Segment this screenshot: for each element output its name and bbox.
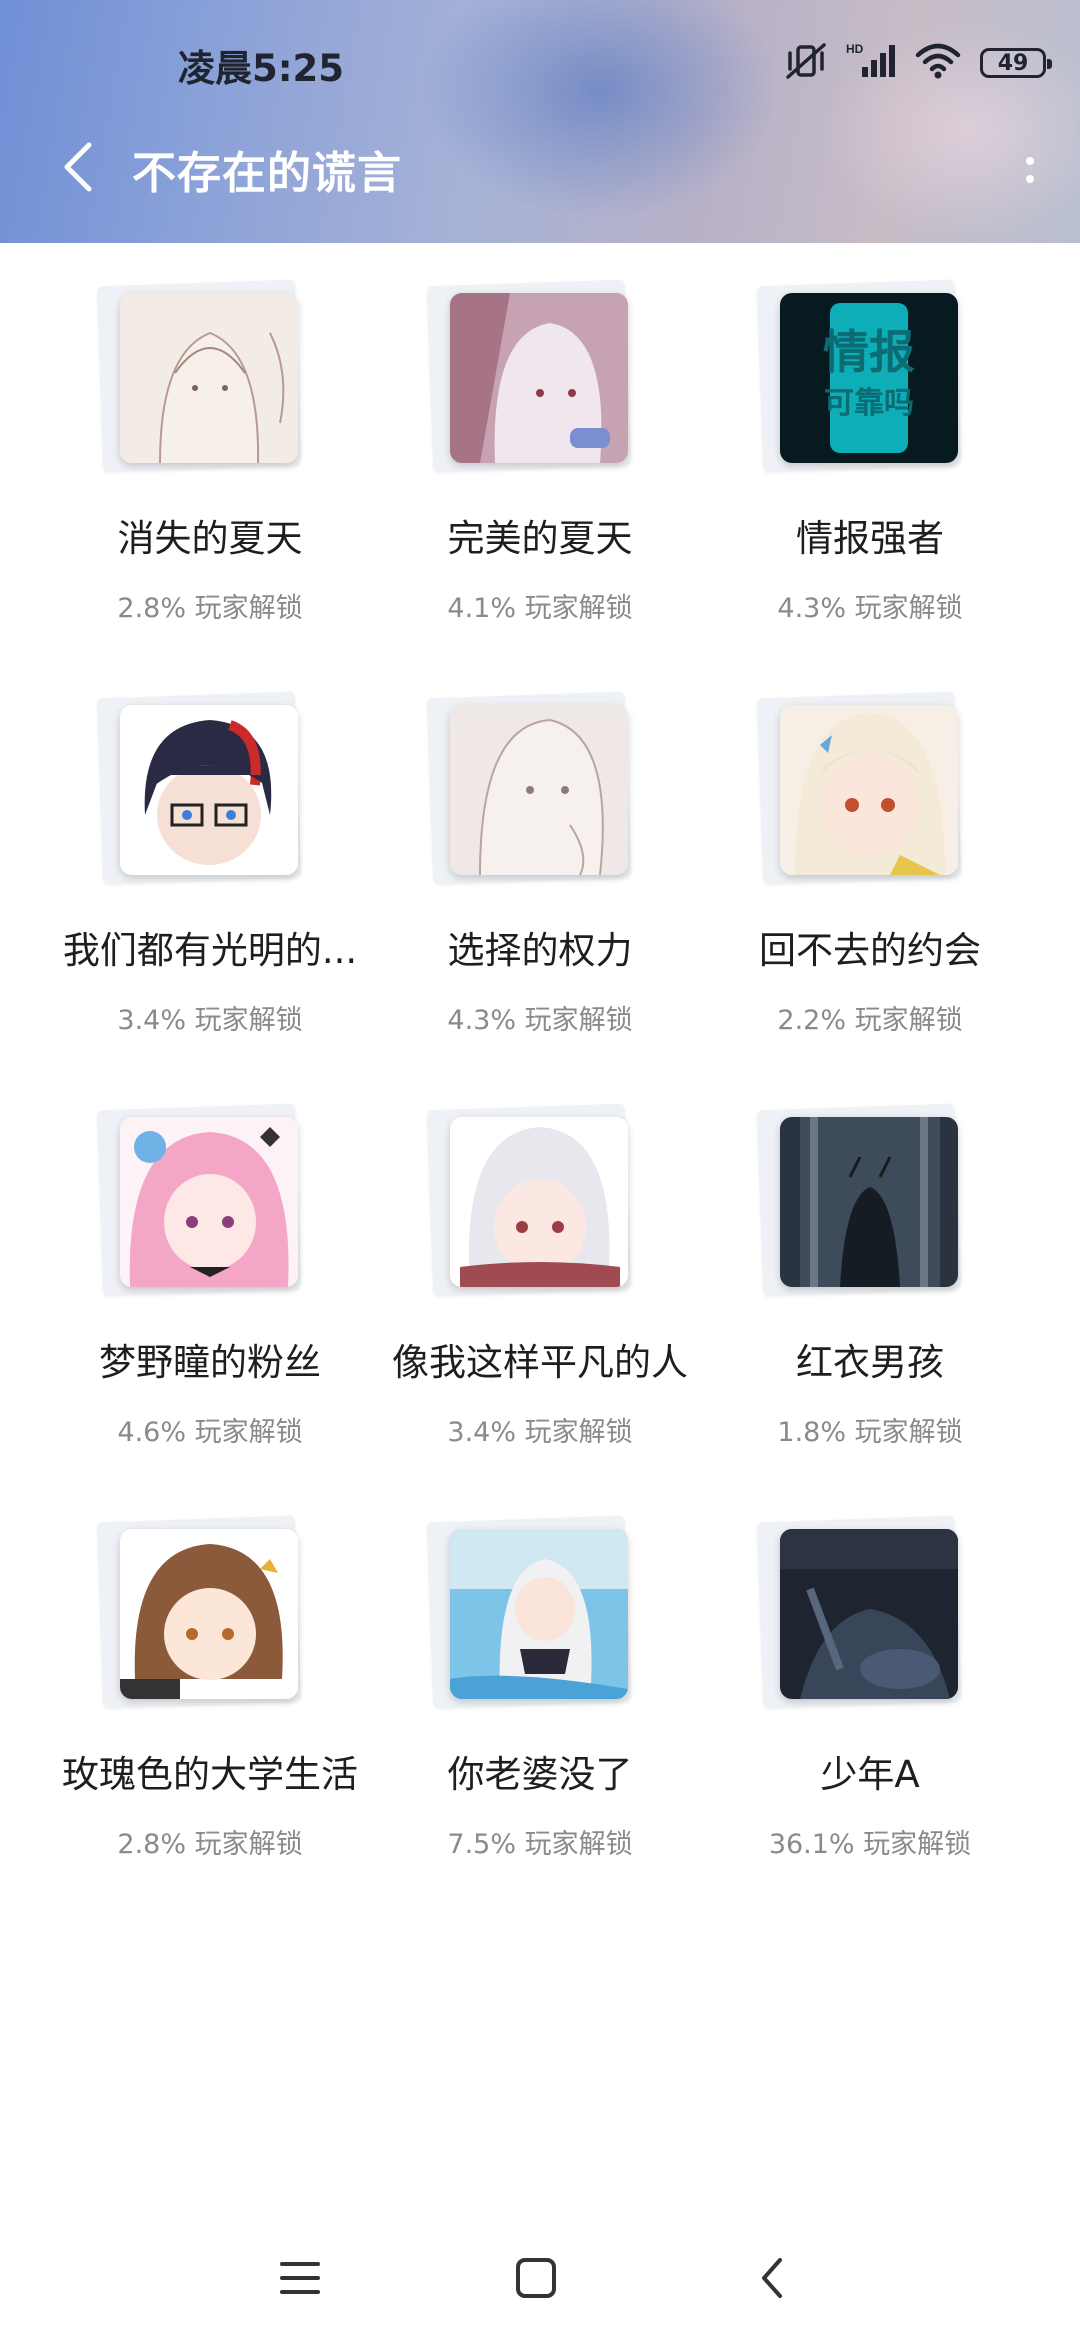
achievement-name: 消失的夏天 — [117, 517, 303, 560]
home-button[interactable] — [506, 2248, 566, 2308]
system-nav-bar — [0, 2230, 1080, 2320]
achievement-name: 我们都有光明的... — [62, 929, 358, 972]
achievement-image-pink-hair-girl — [120, 1117, 298, 1287]
achievement-unlock-rate: 2.8% 玩家解锁 — [117, 593, 303, 624]
achievement-name: 完美的夏天 — [447, 517, 633, 560]
achievement-unlock-rate: 4.6% 玩家解锁 — [117, 1417, 303, 1448]
achievement-image-brown-hair-girl — [120, 1529, 298, 1699]
svg-text:情报: 情报 — [823, 325, 915, 379]
achievement-name: 玫瑰色的大学生活 — [62, 1753, 358, 1796]
achievement-grid: 消失的夏天 2.8% 玩家解锁 完美的夏天 4.1% 玩家解锁 情报 可靠吗 情… — [0, 243, 1080, 1891]
achievement-card[interactable]: 情报 可靠吗 情报强者 4.3% 玩家解锁 — [705, 243, 1035, 655]
achievement-unlock-rate: 3.4% 玩家解锁 — [447, 1417, 633, 1448]
achievement-unlock-rate: 4.3% 玩家解锁 — [777, 593, 963, 624]
svg-text:HD: HD — [846, 42, 864, 56]
achievement-unlock-rate: 1.8% 玩家解锁 — [777, 1417, 963, 1448]
achievement-name: 情报强者 — [796, 517, 944, 560]
achievement-unlock-rate: 36.1% 玩家解锁 — [768, 1829, 972, 1860]
achievement-name: 红衣男孩 — [796, 1341, 944, 1384]
achievement-unlock-rate: 7.5% 玩家解锁 — [447, 1829, 633, 1860]
achievement-image-dark-figure — [780, 1529, 958, 1699]
achievement-image-sketch-girl-2 — [450, 705, 628, 875]
status-icons: HD 49 — [784, 38, 1052, 88]
achievement-image-blonde-girl — [780, 705, 958, 875]
wifi-icon — [914, 41, 962, 85]
system-back-button[interactable] — [742, 2248, 802, 2308]
achievement-image-white-hair-girl — [450, 293, 628, 463]
achievement-card[interactable]: 消失的夏天 2.8% 玩家解锁 — [45, 243, 375, 655]
achievement-name: 像我这样平凡的人 — [392, 1341, 688, 1384]
achievement-name: 回不去的约会 — [759, 929, 981, 972]
home-square-icon — [516, 2258, 556, 2298]
more-options-button[interactable] — [1010, 140, 1050, 200]
achievement-image-sketch-girl — [120, 293, 298, 463]
page-title: 不存在的谎言 — [132, 148, 402, 199]
hd-signal-icon: HD — [846, 41, 896, 85]
achievement-unlock-rate: 2.8% 玩家解锁 — [117, 1829, 303, 1860]
recents-button[interactable] — [270, 2248, 330, 2308]
achievement-card[interactable]: 少年A 36.1% 玩家解锁 — [705, 1479, 1035, 1891]
achievement-image-pool-girl — [450, 1529, 628, 1699]
back-chevron-icon — [762, 2258, 782, 2298]
app-header: 凌晨5:25 HD 49 不存在的谎言 — [0, 0, 1080, 243]
achievement-card[interactable]: 像我这样平凡的人 3.4% 玩家解锁 — [375, 1067, 705, 1479]
achievement-card[interactable]: 完美的夏天 4.1% 玩家解锁 — [375, 243, 705, 655]
achievement-card[interactable]: 回不去的约会 2.2% 玩家解锁 — [705, 655, 1035, 1067]
svg-text:可靠吗: 可靠吗 — [824, 386, 914, 421]
achievement-card[interactable]: 梦野瞳的粉丝 4.6% 玩家解锁 — [45, 1067, 375, 1479]
status-time: 凌晨5:25 — [178, 47, 345, 90]
achievement-image-glasses-boy — [120, 705, 298, 875]
battery-icon: 49 — [980, 48, 1052, 78]
achievement-name: 你老婆没了 — [447, 1753, 633, 1796]
achievement-unlock-rate: 2.2% 玩家解锁 — [777, 1005, 963, 1036]
achievement-card[interactable]: 选择的权力 4.3% 玩家解锁 — [375, 655, 705, 1067]
achievement-unlock-rate: 4.1% 玩家解锁 — [447, 593, 633, 624]
achievement-image-dark-window — [780, 1117, 958, 1287]
achievement-image-info-phone: 情报 可靠吗 — [780, 293, 958, 463]
more-vertical-icon — [1026, 157, 1034, 165]
achievement-unlock-rate: 4.3% 玩家解锁 — [447, 1005, 633, 1036]
achievement-image-silver-hair-girl — [450, 1117, 628, 1287]
achievement-card[interactable]: 红衣男孩 1.8% 玩家解锁 — [705, 1067, 1035, 1479]
menu-lines-icon — [280, 2262, 320, 2294]
achievement-card[interactable]: 玫瑰色的大学生活 2.8% 玩家解锁 — [45, 1479, 375, 1891]
back-button[interactable] — [48, 132, 108, 202]
achievement-name: 梦野瞳的粉丝 — [99, 1341, 321, 1384]
back-arrow-icon — [64, 142, 92, 192]
achievement-unlock-rate: 3.4% 玩家解锁 — [117, 1005, 303, 1036]
achievement-name: 选择的权力 — [447, 929, 633, 972]
achievement-card[interactable]: 你老婆没了 7.5% 玩家解锁 — [375, 1479, 705, 1891]
achievement-card[interactable]: 我们都有光明的... 3.4% 玩家解锁 — [45, 655, 375, 1067]
achievement-name: 少年A — [820, 1753, 920, 1796]
mute-vibrate-icon — [784, 41, 828, 85]
